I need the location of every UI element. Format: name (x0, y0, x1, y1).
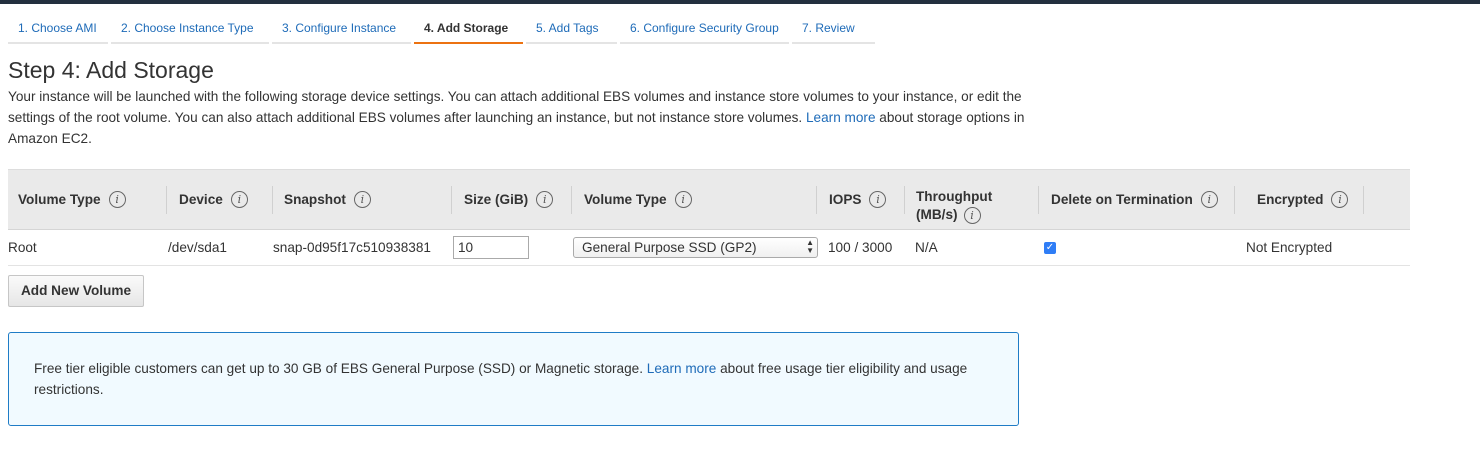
info-circle-icon[interactable]: i (1200, 191, 1218, 208)
cell-throughput: N/A (915, 240, 938, 255)
tab-configure-security-group[interactable]: 6. Configure Security Group (620, 14, 789, 44)
column-label-line1: Throughput (916, 188, 993, 204)
info-circle-icon[interactable]: i (108, 191, 126, 208)
tab-review[interactable]: 7. Review (792, 14, 875, 44)
column-label: Size (GiB) (464, 192, 529, 207)
volume-type-selected-value: General Purpose SSD (GP2) (582, 240, 757, 255)
column-divider (571, 186, 572, 214)
info-circle-icon[interactable]: i (1331, 191, 1349, 208)
add-new-volume-button[interactable]: Add New Volume (8, 275, 144, 307)
size-input[interactable] (453, 236, 529, 259)
column-divider (1234, 186, 1235, 214)
column-header-delete-on-termination: Delete on Termination i (1051, 170, 1218, 229)
free-tier-text-start: Free tier eligible customers can get up … (34, 361, 643, 376)
page-description: Your instance will be launched with the … (8, 86, 1028, 149)
column-header-encrypted: Encrypted i (1257, 170, 1349, 229)
column-divider (816, 186, 817, 214)
column-label: Device (179, 192, 223, 207)
tab-add-tags[interactable]: 5. Add Tags (526, 14, 617, 44)
free-tier-info-box: Free tier eligible customers can get up … (8, 332, 1019, 426)
cell-snapshot: snap-0d95f17c510938381 (273, 240, 431, 255)
tab-choose-ami[interactable]: 1. Choose AMI (8, 14, 108, 44)
column-divider (166, 186, 167, 214)
column-header-throughput: Throughput (MB/s) i (916, 170, 992, 229)
column-label: Delete on Termination (1051, 192, 1193, 207)
column-header-iops: IOPS i (829, 170, 887, 229)
cell-iops: 100 / 3000 (828, 240, 893, 255)
storage-table: Volume Type i Device i Snapshot i Size (… (8, 169, 1410, 266)
info-circle-icon[interactable]: i (536, 191, 554, 208)
info-circle-icon[interactable]: i (353, 191, 371, 208)
learn-more-link[interactable]: Learn more (806, 110, 876, 125)
delete-on-termination-checkbox[interactable]: ✓ (1044, 242, 1056, 254)
free-tier-text: Free tier eligible customers can get up … (34, 358, 994, 400)
table-row: Root /dev/sda1 snap-0d95f17c510938381 Ge… (8, 230, 1410, 266)
info-circle-icon[interactable]: i (963, 206, 981, 224)
info-circle-icon[interactable]: i (869, 191, 887, 208)
column-label: Volume Type (18, 192, 101, 207)
column-header-volume-type: Volume Type i (18, 170, 126, 229)
column-divider (451, 186, 452, 214)
info-circle-icon[interactable]: i (674, 191, 692, 208)
table-header: Volume Type i Device i Snapshot i Size (… (8, 169, 1410, 230)
column-header-device: Device i (179, 170, 248, 229)
wizard-tabs: 1. Choose AMI 2. Choose Instance Type 3.… (8, 14, 878, 44)
updown-arrows-icon: ▲ ▼ (806, 238, 814, 255)
cell-volume-type: Root (8, 240, 37, 255)
checkmark-icon: ✓ (1045, 242, 1055, 253)
volume-type-select[interactable]: General Purpose SSD (GP2) ▲ ▼ (573, 237, 818, 258)
cell-encrypted: Not Encrypted (1246, 240, 1333, 255)
column-label: Volume Type (584, 192, 667, 207)
tab-configure-instance[interactable]: 3. Configure Instance (272, 14, 411, 44)
column-header-ebs-volume-type: Volume Type i (584, 170, 692, 229)
column-label-line2: (MB/s) (916, 206, 958, 222)
page-title: Step 4: Add Storage (8, 57, 214, 83)
cell-device: /dev/sda1 (168, 240, 227, 255)
column-divider (1363, 186, 1364, 214)
column-label-throughput: Throughput (MB/s) i (916, 176, 992, 224)
column-divider (904, 186, 905, 214)
free-tier-learn-more-link[interactable]: Learn more (647, 361, 717, 376)
tab-add-storage[interactable]: 4. Add Storage (414, 14, 523, 44)
column-label: Encrypted (1257, 192, 1324, 207)
column-header-size: Size (GiB) i (464, 170, 554, 229)
info-circle-icon[interactable]: i (230, 191, 248, 208)
top-bar (0, 0, 1480, 4)
column-divider (1038, 186, 1039, 214)
column-label: IOPS (829, 192, 862, 207)
column-label: Snapshot (284, 192, 346, 207)
column-header-snapshot: Snapshot i (284, 170, 371, 229)
column-divider (272, 186, 273, 214)
tab-choose-instance-type[interactable]: 2. Choose Instance Type (111, 14, 269, 44)
